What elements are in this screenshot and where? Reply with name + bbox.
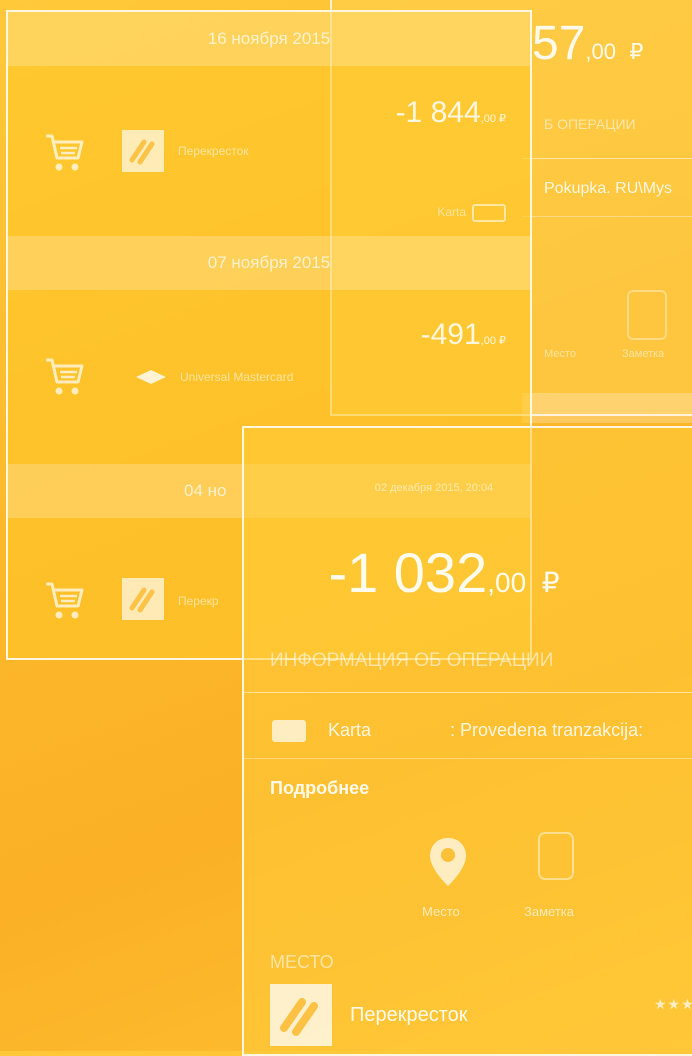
cart-icon xyxy=(46,358,84,395)
amount-kop: ,00 ₽ xyxy=(480,335,506,347)
card-info: Karta xyxy=(437,204,506,222)
more-details-link[interactable]: Подробнее xyxy=(270,778,369,799)
card-description: : Provedena tranzakcija: xyxy=(450,720,644,740)
merchant-name: Перекр xyxy=(178,594,219,608)
amount-main: -1 032 xyxy=(328,541,488,604)
note-icon[interactable] xyxy=(627,290,667,340)
back-amount-kop: ,00 xyxy=(585,39,616,64)
divider xyxy=(244,692,692,693)
mastercard-logo xyxy=(136,370,166,384)
amount-kop: ,00 ₽ xyxy=(480,113,506,125)
rating-stars: ★★★ xyxy=(654,996,692,1012)
amount-value: -491 xyxy=(420,318,481,351)
perekrestok-logo xyxy=(122,578,164,620)
back-amount: 57,00 ₽ xyxy=(532,16,643,71)
card-info-label: Karta xyxy=(437,205,466,220)
cart-icon xyxy=(46,134,84,171)
cart-icon xyxy=(46,582,84,619)
place-name[interactable]: Перекресток xyxy=(350,1004,468,1027)
card-icon xyxy=(472,204,506,222)
operation-amount: -491,00 ₽ xyxy=(421,318,506,352)
amount-value: -1 844 xyxy=(395,96,481,129)
back-amount-currency: ₽ xyxy=(629,39,644,64)
operation-datetime: 02 декабря 2015, 20:04 xyxy=(374,482,494,494)
back-bottom-strip xyxy=(522,393,692,423)
back-description: Pokupka. RU\Mys xyxy=(544,180,673,197)
merchant-name: Universal Mastercard xyxy=(180,370,294,384)
operation-detail-panel: 02 декабря 2015, 20:04 -1 032,00 ₽ ИНФОР… xyxy=(242,426,692,1056)
back-place-label: Место xyxy=(544,348,576,360)
back-section-heading: Б ОПЕРАЦИИ xyxy=(544,116,636,132)
note-icon[interactable] xyxy=(538,832,574,880)
operation-amount: -1 844,00 ₽ xyxy=(396,96,506,130)
date-header: 16 ноября 2015 xyxy=(8,12,530,66)
amount-currency: ₽ xyxy=(541,567,560,598)
card-icon xyxy=(272,720,306,742)
place-button-label[interactable]: Место xyxy=(422,904,460,919)
card-label: Karta xyxy=(328,720,372,740)
divider xyxy=(522,158,692,159)
merchant-name: Перекресток xyxy=(178,144,249,158)
perekrestok-logo xyxy=(270,984,332,1046)
divider xyxy=(244,758,692,759)
info-heading: ИНФОРМАЦИЯ ОБ ОПЕРАЦИИ xyxy=(270,650,554,671)
place-section-heading: МЕСТО xyxy=(270,952,334,972)
perekrestok-logo xyxy=(122,130,164,172)
divider xyxy=(522,216,692,217)
note-button-label[interactable]: Заметка xyxy=(524,904,574,919)
amount-kop: ,00 xyxy=(487,567,527,598)
date-header: 07 ноября 2015 xyxy=(8,236,530,290)
back-note-label: Заметка xyxy=(622,348,665,360)
location-pin-icon[interactable] xyxy=(428,836,468,888)
back-amount-main: 57 xyxy=(532,17,586,70)
operation-amount: -1 032,00 ₽ xyxy=(244,540,644,605)
